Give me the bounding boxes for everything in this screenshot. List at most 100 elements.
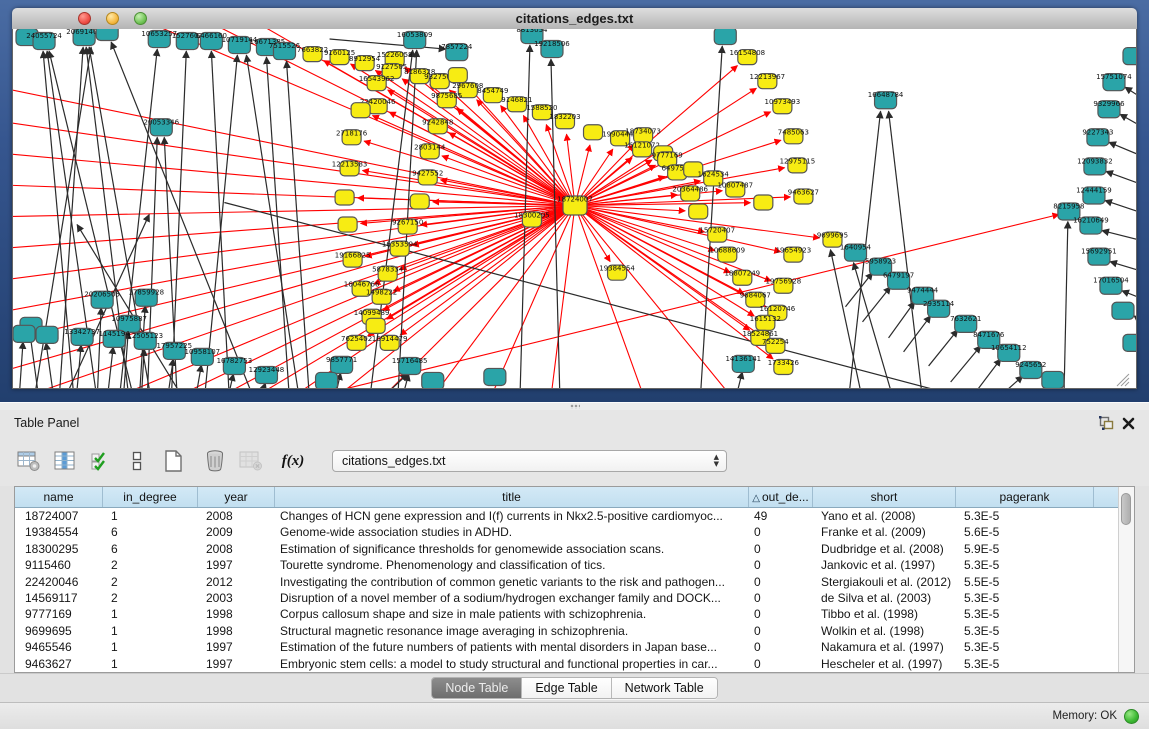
table-cell[interactable]: 0 [749,557,813,573]
table-cell[interactable]: Jankovic et al. (1997) [813,557,956,573]
tab-edge-table[interactable]: Edge Table [522,678,611,698]
table-cell[interactable]: 22420046 [15,574,103,590]
table-cell[interactable]: 2008 [198,541,275,557]
table-cell[interactable]: 9465546 [15,639,103,655]
table-cell[interactable]: Hescheler et al. (1997) [813,656,956,672]
graph-edge-black[interactable] [1125,87,1136,103]
graph-node[interactable] [13,325,35,342]
table-scrollbar[interactable] [1118,487,1134,672]
row-height-icon[interactable] [122,447,152,475]
graph-edge-black[interactable] [1134,316,1136,328]
graph-node[interactable] [1112,302,1134,319]
table-cell[interactable]: 0 [749,606,813,622]
table-cell[interactable]: 2 [103,574,198,590]
table-cell[interactable]: Embryonic stem cells: a model to study s… [275,656,749,672]
table-row[interactable]: 1938455462009Genome-wide association stu… [15,524,1134,540]
table-cell[interactable]: 1 [103,606,198,622]
table-cell[interactable]: 6 [103,524,198,540]
graph-edge-black[interactable] [1120,114,1136,131]
graph-node[interactable] [484,368,506,385]
function-builder-icon[interactable]: f(x) [278,447,308,475]
table-cell[interactable]: 9777169 [15,606,103,622]
graph-node[interactable] [410,194,429,209]
table-cell[interactable]: Estimation of the future numbers of pati… [275,639,749,655]
graph-edge-black[interactable] [147,137,157,388]
graph-edge-black[interactable] [929,330,958,366]
graph-node[interactable] [584,125,603,140]
table-cell[interactable]: Estimation of significance thresholds fo… [275,541,749,557]
delete-columns-icon[interactable] [200,447,230,475]
memory-status-indicator[interactable] [1124,709,1139,724]
table-cell[interactable]: Tibbo et al. (1998) [813,606,956,622]
table-cell[interactable]: 1997 [198,557,275,573]
table-cell[interactable]: 18724007 [15,508,103,524]
graph-edge-black[interactable] [195,365,201,388]
table-cell[interactable]: Changes of HCN gene expression and I(f) … [275,508,749,524]
table-cell[interactable]: Nakamura et al. (1997) [813,639,956,655]
table-cell[interactable]: 5.6E-5 [956,524,1094,540]
table-cell[interactable]: 2008 [198,508,275,524]
table-cell[interactable]: Corpus callosum shape and size in male p… [275,606,749,622]
table-cell[interactable]: Disruption of a novel member of a sodium… [275,590,749,606]
table-cell[interactable]: Yano et al. (2008) [813,508,956,524]
table-cell[interactable]: 0 [749,541,813,557]
delete-table-icon[interactable] [236,447,266,475]
table-cell[interactable]: 1 [103,656,198,672]
table-cell[interactable]: 1998 [198,623,275,639]
table-cell[interactable]: 5.3E-5 [956,656,1094,672]
table-cell[interactable]: 0 [749,623,813,639]
table-cell[interactable]: Stergiakouli et al. (2012) [813,574,956,590]
graph-edge-black[interactable] [1109,142,1136,159]
graph-edge-black[interactable] [1105,200,1136,215]
selection-mode-icon[interactable] [86,447,116,475]
table-cell[interactable]: 5.3E-5 [956,623,1094,639]
table-scrollbar-thumb[interactable] [1121,493,1131,525]
table-cell[interactable]: 0 [749,574,813,590]
table-cell[interactable]: 9463627 [15,656,103,672]
graph-node[interactable] [689,204,708,219]
graph-node[interactable] [1042,371,1064,388]
table-cell[interactable]: Investigating the contribution of common… [275,574,749,590]
table-cell[interactable]: 2003 [198,590,275,606]
graph-edge-red[interactable] [545,205,575,388]
table-cell[interactable]: 0 [749,656,813,672]
graph-edge-black[interactable] [19,342,23,388]
table-cell[interactable]: de Silva et al. (2003) [813,590,956,606]
table-cell[interactable]: Dudbridge et al. (2008) [813,541,956,557]
graph-edge-black[interactable] [1064,222,1068,388]
table-row[interactable]: 2242004622012Investigating the contribut… [15,574,1134,590]
close-panel-icon[interactable] [1117,414,1139,432]
graph-node[interactable] [36,326,58,343]
column-header-pagerank[interactable]: pagerank [956,487,1094,507]
table-cell[interactable]: 5.3E-5 [956,606,1094,622]
graph-node[interactable] [366,318,385,333]
table-cell[interactable]: 6 [103,541,198,557]
table-cell[interactable]: 9699695 [15,623,103,639]
tab-network-table[interactable]: Network Table [612,678,717,698]
graph-edge-black[interactable] [46,343,54,388]
column-header-name[interactable]: name [15,487,103,507]
graph-edge-black[interactable] [863,287,891,322]
table-cell[interactable]: 1 [103,639,198,655]
graph-edge-black[interactable] [1110,262,1136,274]
graph-edge-black[interactable] [171,51,186,388]
graph-edge-black[interactable] [211,51,229,388]
network-graph[interactable]: 2405572420691406106532571527602646616010… [13,29,1136,388]
table-cell[interactable]: 1 [103,508,198,524]
graph-node[interactable] [316,372,338,388]
graph-edge-black[interactable] [973,359,1001,388]
table-cell[interactable]: 2 [103,590,198,606]
graph-edge-black[interactable] [1122,291,1136,302]
table-cell[interactable]: 0 [749,524,813,540]
column-header-year[interactable]: year [198,487,275,507]
table-cell[interactable]: Structural magnetic resonance image aver… [275,623,749,639]
column-header-title[interactable]: title [275,487,749,507]
show-columns-icon[interactable] [50,447,80,475]
table-cell[interactable]: 5.5E-5 [956,574,1094,590]
table-row[interactable]: 1830029562008Estimation of significance … [15,541,1134,557]
table-cell[interactable]: 1998 [198,606,275,622]
graph-edge-black[interactable] [246,55,299,388]
table-cell[interactable]: 1997 [198,639,275,655]
table-cell[interactable]: Wolkin et al. (1998) [813,623,956,639]
table-cell[interactable]: 9115460 [15,557,103,573]
